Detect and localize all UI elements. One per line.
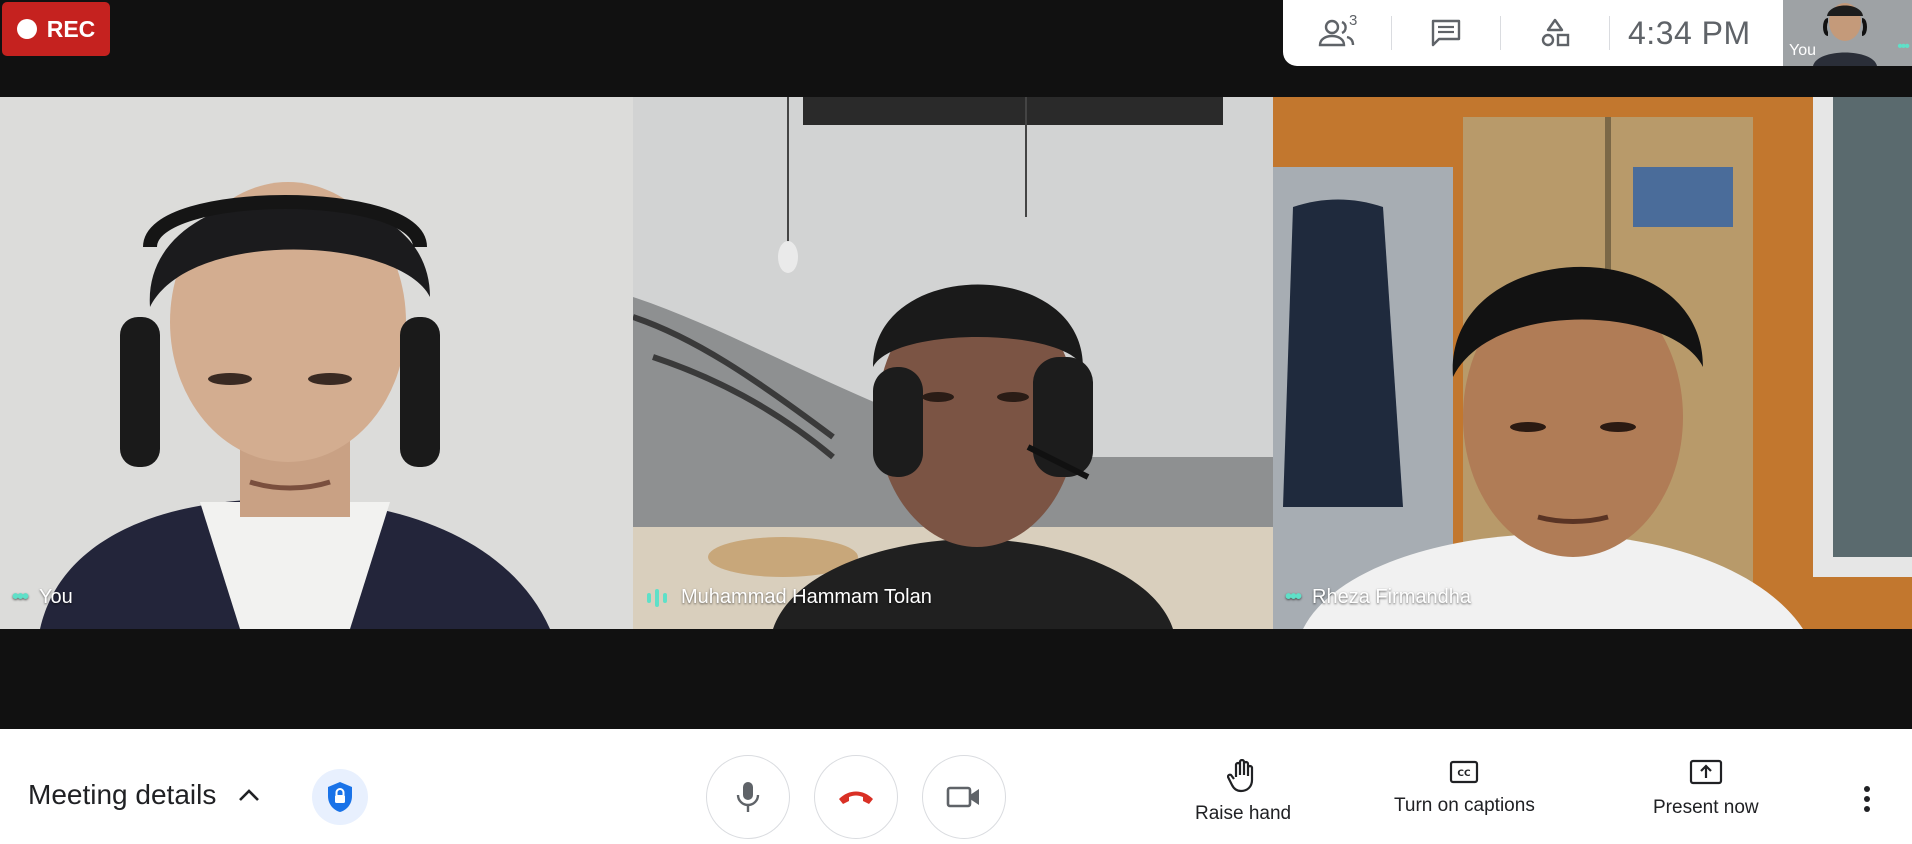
chat-button[interactable] (1392, 0, 1500, 66)
participant-name: You (39, 586, 73, 608)
recording-label: REC (46, 15, 96, 42)
record-dot-icon (16, 19, 37, 39)
activities-button[interactable] (1501, 0, 1609, 66)
hang-up-button[interactable] (814, 755, 898, 839)
chat-icon (1431, 19, 1461, 47)
participant-video (0, 97, 633, 629)
top-toolbar: 3 4:34 PM (1283, 0, 1786, 66)
self-preview-label: You (1789, 42, 1816, 59)
microphone-icon (736, 782, 760, 812)
participant-tile[interactable]: Muhammad Hammam Tolan (633, 97, 1273, 629)
more-dots-icon: ••• (1285, 586, 1302, 608)
activities-icon (1541, 18, 1570, 47)
closed-captions-icon: CC (1450, 760, 1479, 784)
camera-button[interactable] (922, 755, 1006, 839)
svg-text:CC: CC (1458, 769, 1472, 779)
more-options-icon[interactable]: ••• (1897, 38, 1910, 56)
speaking-indicator-icon (647, 588, 667, 607)
kebab-menu-icon (1864, 786, 1870, 812)
more-options-button[interactable] (1852, 779, 1882, 819)
bottom-toolbar: Meeting details Raise hand CC Turn on ca… (0, 729, 1912, 844)
chevron-up-icon (239, 789, 260, 801)
recording-badge: REC (2, 2, 110, 56)
participant-name-tag: ••• You (12, 586, 73, 609)
security-button[interactable] (312, 769, 368, 825)
hang-up-icon (839, 791, 873, 804)
participant-name: Muhammad Hammam Tolan (681, 586, 932, 608)
microphone-button[interactable] (706, 755, 790, 839)
people-button[interactable]: 3 (1283, 0, 1391, 66)
shield-lock-icon (328, 782, 352, 812)
video-camera-icon (946, 786, 979, 808)
meeting-details-label: Meeting details (28, 779, 217, 810)
captions-button[interactable]: CC Turn on captions (1394, 759, 1535, 817)
participant-video (1273, 97, 1912, 629)
captions-label: Turn on captions (1394, 795, 1535, 816)
participant-name-tag: Muhammad Hammam Tolan (645, 586, 932, 609)
meeting-details-toggle[interactable]: Meeting details (28, 779, 260, 811)
raise-hand-button[interactable]: Raise hand (1195, 759, 1291, 825)
participant-tile[interactable]: ••• You (0, 97, 633, 629)
participant-count: 3 (1349, 12, 1358, 29)
clock: 4:34 PM (1628, 14, 1751, 51)
raise-hand-label: Raise hand (1195, 803, 1292, 824)
self-preview-tile[interactable]: You ••• (1783, 0, 1912, 66)
participant-video (633, 97, 1273, 629)
participant-name: Rheza Firmandha (1312, 586, 1471, 608)
raise-hand-icon (1227, 759, 1254, 793)
participant-name-tag: ••• Rheza Firmandha (1285, 586, 1471, 609)
more-dots-icon: ••• (12, 586, 29, 608)
present-now-label: Present now (1653, 797, 1759, 818)
present-now-button[interactable]: Present now (1653, 759, 1759, 819)
present-screen-icon (1689, 759, 1722, 785)
participant-tile[interactable]: ••• Rheza Firmandha (1273, 97, 1912, 629)
